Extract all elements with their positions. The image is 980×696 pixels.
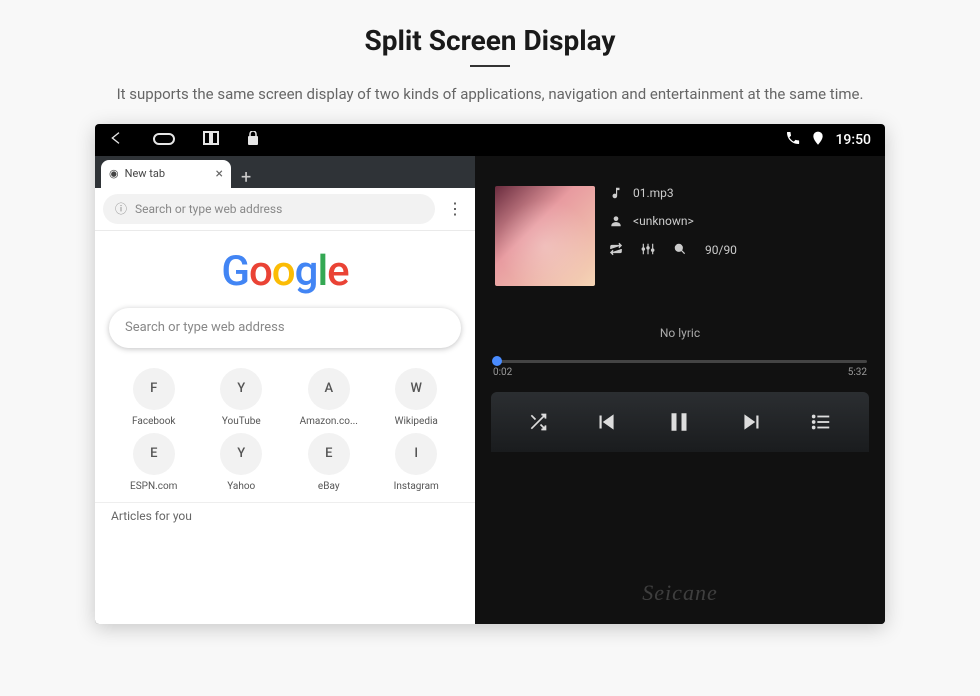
- watermark: Seicane: [642, 580, 717, 606]
- shortcut-label: Amazon.co...: [300, 416, 358, 427]
- music-player-pane: 01.mp3 <unknown> 90/90: [475, 156, 885, 624]
- shuffle-button[interactable]: [528, 412, 548, 432]
- google-logo: Google: [95, 231, 475, 308]
- page-title: Split Screen Display: [40, 24, 940, 57]
- shortcut-icon: W: [395, 368, 437, 410]
- artist-row: <unknown>: [609, 214, 865, 228]
- device-frame: 19:50 ◉ New tab × + ⓘ Search or type web…: [95, 124, 885, 624]
- shortcut-instagram[interactable]: I Instagram: [376, 433, 458, 492]
- artist-name: <unknown>: [633, 214, 694, 228]
- address-input[interactable]: ⓘ Search or type web address: [103, 194, 435, 224]
- track-counter: 90/90: [705, 243, 737, 257]
- shortcut-espn[interactable]: E ESPN.com: [113, 433, 195, 492]
- shortcut-label: Facebook: [132, 416, 175, 427]
- new-tab-button[interactable]: +: [231, 167, 261, 188]
- tab-strip: ◉ New tab × +: [95, 156, 475, 188]
- shortcut-icon: F: [133, 368, 175, 410]
- search-input[interactable]: Search or type web address: [109, 308, 461, 348]
- clock-time: 19:50: [835, 132, 871, 148]
- url-bar: ⓘ Search or type web address ⋮: [95, 188, 475, 231]
- shortcut-grid: F Facebook Y YouTube A Amazon.co... W Wikipe…: [95, 348, 475, 502]
- back-icon[interactable]: [109, 130, 125, 150]
- articles-heading: Articles for you: [95, 502, 475, 529]
- shortcut-facebook[interactable]: F Facebook: [113, 368, 195, 427]
- player-controls: [491, 392, 869, 452]
- location-icon: [811, 130, 825, 150]
- music-note-icon: [609, 186, 623, 200]
- track-title: 01.mp3: [633, 186, 674, 200]
- repeat-icon[interactable]: [609, 242, 623, 259]
- browser-tab[interactable]: ◉ New tab ×: [101, 160, 231, 188]
- shortcut-youtube[interactable]: Y YouTube: [201, 368, 283, 427]
- shortcut-icon: Y: [220, 368, 262, 410]
- page-subtitle: It supports the same screen display of t…: [50, 83, 930, 106]
- shortcut-label: Instagram: [394, 481, 439, 492]
- shortcut-ebay[interactable]: EeBay: [288, 433, 370, 492]
- track-meta: 01.mp3 <unknown> 90/90: [609, 186, 865, 286]
- globe-icon: ◉: [109, 167, 119, 180]
- nav-buttons: [109, 130, 259, 150]
- browser-pane: ◉ New tab × + ⓘ Search or type web addre…: [95, 156, 475, 624]
- shortcut-amazon[interactable]: A Amazon.co...: [288, 368, 370, 427]
- search-icon[interactable]: [673, 242, 687, 259]
- home-icon[interactable]: [153, 130, 175, 149]
- shortcut-icon: I: [395, 433, 437, 475]
- playlist-button[interactable]: [810, 411, 832, 433]
- playback-options: 90/90: [609, 242, 865, 259]
- shortcut-label: Wikipedia: [395, 416, 438, 427]
- shortcut-label: Yahoo: [227, 481, 255, 492]
- status-right: 19:50: [785, 130, 871, 150]
- play-pause-button[interactable]: [664, 407, 694, 437]
- tab-label: New tab: [125, 167, 165, 180]
- shortcut-icon: A: [308, 368, 350, 410]
- shortcut-label: YouTube: [222, 416, 261, 427]
- recent-apps-icon[interactable]: [203, 130, 219, 149]
- address-placeholder: Search or type web address: [135, 202, 282, 216]
- shortcut-yahoo[interactable]: Y Yahoo: [201, 433, 283, 492]
- menu-icon[interactable]: ⋮: [443, 199, 467, 218]
- total-time: 5:32: [848, 367, 867, 378]
- no-lyric-text: No lyric: [475, 296, 885, 350]
- shortcut-icon: E: [308, 433, 350, 475]
- lock-icon: [247, 130, 259, 149]
- android-statusbar: 19:50: [95, 124, 885, 156]
- equalizer-icon[interactable]: [641, 242, 655, 259]
- shortcut-label: eBay: [318, 481, 340, 492]
- shortcut-wikipedia[interactable]: W Wikipedia: [376, 368, 458, 427]
- next-button[interactable]: [739, 409, 765, 435]
- track-title-row: 01.mp3: [609, 186, 865, 200]
- progress-area: 0:02 5:32: [475, 350, 885, 382]
- prev-button[interactable]: [593, 409, 619, 435]
- shortcut-label: ESPN.com: [130, 481, 177, 492]
- elapsed-time: 0:02: [493, 367, 512, 378]
- close-tab-icon[interactable]: ×: [216, 166, 223, 182]
- progress-slider[interactable]: [493, 360, 867, 363]
- title-divider: [470, 65, 510, 67]
- search-placeholder: Search or type web address: [125, 320, 285, 335]
- shortcut-icon: E: [133, 433, 175, 475]
- album-art: [495, 186, 595, 286]
- person-icon: [609, 214, 623, 228]
- phone-icon: [785, 130, 801, 150]
- info-icon: ⓘ: [115, 200, 127, 217]
- shortcut-icon: Y: [220, 433, 262, 475]
